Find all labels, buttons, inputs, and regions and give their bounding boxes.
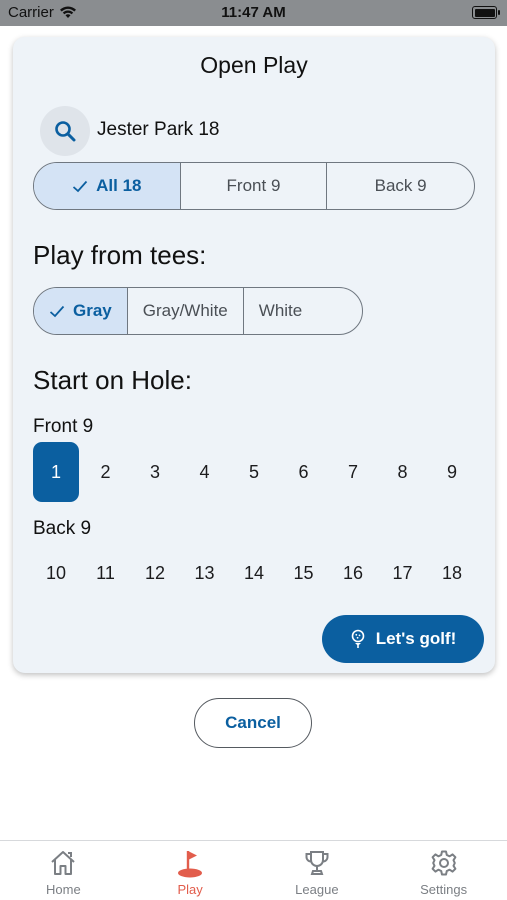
tee-option-label: White: [258, 301, 303, 320]
hole-button[interactable]: 17: [380, 543, 426, 603]
hole-button[interactable]: 18: [429, 543, 475, 603]
holes-option-back-9[interactable]: Back 9: [327, 163, 474, 209]
checkmark-icon: [49, 305, 65, 317]
hole-button[interactable]: 1: [33, 442, 79, 502]
tee-option-label: Gray: [73, 301, 112, 320]
tab-label: Play: [177, 882, 203, 897]
lets-golf-button[interactable]: Let's golf!: [322, 615, 484, 663]
search-icon: [55, 121, 76, 142]
tab-settings[interactable]: Settings: [380, 841, 507, 900]
golf-flag-icon: [178, 851, 203, 878]
front-nine-holes: 1 2 3 4 5 6 7 8 9: [33, 442, 475, 502]
battery-icon: [472, 6, 500, 19]
hole-button[interactable]: 4: [182, 442, 228, 502]
hole-button[interactable]: 15: [281, 543, 327, 603]
open-play-card: Open Play Jester Park 18 All 18 Front 9 …: [13, 37, 495, 673]
hole-button[interactable]: 5: [231, 442, 277, 502]
hole-button[interactable]: 7: [330, 442, 376, 502]
tees-heading: Play from tees:: [33, 240, 207, 270]
holes-option-front-9[interactable]: Front 9: [181, 163, 328, 209]
hole-button[interactable]: 12: [132, 543, 178, 603]
back-nine-holes: 10 11 12 13 14 15 16 17 18: [33, 543, 475, 603]
hole-button[interactable]: 10: [33, 543, 79, 603]
tees-segmented-control: Gray Gray/White White: [33, 287, 363, 335]
hole-button[interactable]: 9: [429, 442, 475, 502]
checkmark-icon: [73, 180, 88, 192]
golf-tee-icon: [351, 629, 365, 648]
trophy-icon: [305, 851, 329, 875]
holes-option-label: All 18: [96, 176, 142, 195]
tab-home[interactable]: Home: [0, 841, 127, 900]
hole-button[interactable]: 3: [132, 442, 178, 502]
tab-label: League: [295, 882, 339, 897]
tab-league[interactable]: League: [254, 841, 381, 900]
tab-play[interactable]: Play: [127, 841, 254, 900]
tab-label: Settings: [420, 882, 468, 897]
course-name: Jester Park 18: [97, 119, 220, 140]
course-search-button[interactable]: [40, 106, 90, 156]
hole-button[interactable]: 2: [83, 442, 129, 502]
tee-option-label: Gray/White: [142, 301, 228, 320]
hole-button[interactable]: 6: [281, 442, 327, 502]
tee-option-white[interactable]: White: [244, 288, 317, 334]
home-icon: [51, 851, 76, 875]
holes-segmented-control: All 18 Front 9 Back 9: [33, 162, 475, 210]
holes-option-label: Back 9: [374, 176, 427, 195]
gear-icon: [431, 850, 457, 876]
tee-option-gray[interactable]: Gray: [34, 288, 128, 334]
start-hole-heading: Start on Hole:: [33, 365, 192, 395]
cancel-button[interactable]: Cancel: [194, 698, 312, 748]
hole-button[interactable]: 13: [182, 543, 228, 603]
tab-bar: Home Play League Settings: [0, 840, 507, 900]
holes-option-all-18[interactable]: All 18: [34, 163, 181, 209]
clock: 11:47 AM: [221, 4, 286, 21]
lets-golf-label: Let's golf!: [375, 629, 457, 648]
hole-button[interactable]: 11: [83, 543, 129, 603]
front-nine-label: Front 9: [33, 416, 94, 437]
tee-option-gray-white[interactable]: Gray/White: [128, 288, 244, 334]
tab-label: Home: [46, 882, 81, 897]
back-nine-label: Back 9: [33, 518, 92, 539]
hole-button[interactable]: 16: [330, 543, 376, 603]
holes-option-label: Front 9: [226, 176, 281, 195]
hole-button[interactable]: 14: [231, 543, 277, 603]
status-bar: Carrier 11:47 AM: [0, 0, 507, 26]
page-title: Open Play: [200, 52, 308, 78]
hole-button[interactable]: 8: [380, 442, 426, 502]
